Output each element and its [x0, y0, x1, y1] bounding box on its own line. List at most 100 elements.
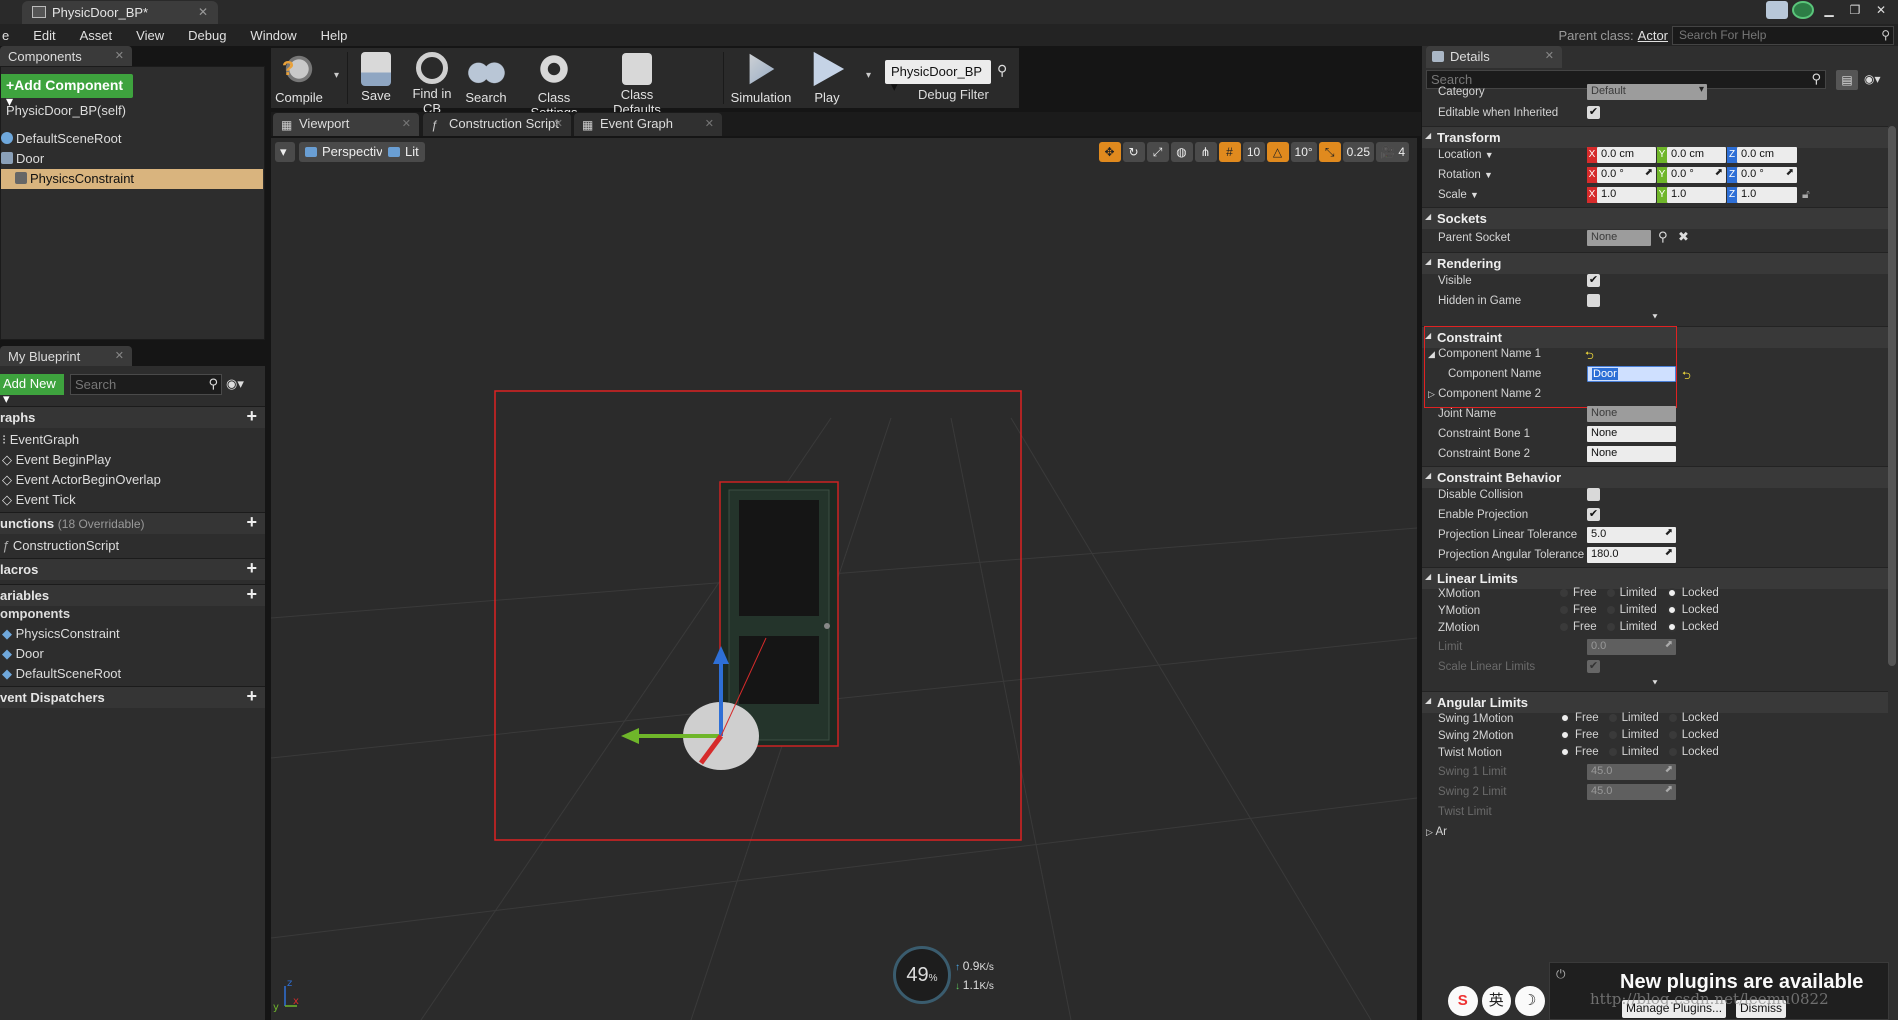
reset-arrow-icon[interactable]: ⮌	[1682, 367, 1691, 386]
minimize-icon[interactable]: ▁	[1818, 1, 1840, 19]
menu-asset[interactable]: Asset	[68, 28, 125, 43]
constraint-bone-1-field[interactable]: None	[1587, 426, 1676, 442]
section-event-dispatchers[interactable]: vent Dispatchers +	[0, 686, 265, 708]
lock-icon[interactable]: 🔓︎	[1802, 187, 1810, 202]
section-functions[interactable]: unctions (18 Overridable) +	[0, 512, 265, 534]
category-rendering[interactable]: Rendering	[1422, 252, 1888, 274]
grid-snap-icon[interactable]: #	[1218, 142, 1241, 162]
constraint-bone-2-field[interactable]: None	[1587, 446, 1676, 462]
visible-checkbox[interactable]: ✔	[1587, 274, 1600, 287]
joint-name-field[interactable]: None	[1587, 406, 1676, 422]
radio-locked[interactable]: Locked	[1666, 604, 1719, 616]
list-item-constructionscript[interactable]: ƒ ConstructionScript	[2, 538, 119, 553]
clear-icon[interactable]: ✖	[1678, 229, 1689, 245]
translate-mode-icon[interactable]: ✥	[1098, 142, 1121, 162]
viewport-scene[interactable]: x y z	[271, 138, 1417, 1020]
help-search-input[interactable]: Search For Help ⚲	[1672, 26, 1894, 45]
viewport-options-button[interactable]: ▾	[275, 142, 295, 162]
list-item-defaultsceneroot[interactable]: ◆ DefaultSceneRoot	[2, 666, 121, 682]
world-local-icon[interactable]: ◍	[1170, 142, 1193, 162]
section-macros[interactable]: lacros +	[0, 558, 265, 580]
radio-free[interactable]: Free	[1560, 712, 1599, 724]
rotation-y-field[interactable]: 0.0 ° ⬈	[1667, 167, 1726, 183]
class-settings-button[interactable]: Class Settings	[514, 48, 594, 120]
disable-collision-checkbox[interactable]	[1587, 488, 1600, 501]
section-variables[interactable]: ariables +	[0, 584, 265, 606]
list-item-event-actorbeginoverlap[interactable]: ◇ Event ActorBeginOverlap	[2, 472, 161, 488]
list-item-physicsconstraint[interactable]: ◆ PhysicsConstraint	[2, 626, 120, 642]
search-icon[interactable]: ⚲	[1658, 229, 1668, 245]
search-icon[interactable]: ⚲	[1881, 27, 1890, 44]
enable-projection-checkbox[interactable]: ✔	[1587, 508, 1600, 521]
simulation-button[interactable]: Simulation	[726, 48, 796, 108]
chat-icon[interactable]	[1766, 1, 1788, 19]
category-constraint-behavior[interactable]: Constraint Behavior	[1422, 466, 1888, 488]
menu-file[interactable]: e	[0, 28, 21, 43]
add-graph-icon[interactable]: +	[246, 406, 257, 427]
find-in-cb-button[interactable]: Find in CB	[404, 48, 460, 116]
scale-x-field[interactable]: 1.0	[1597, 187, 1656, 203]
play-options-chevron-icon[interactable]: ▾	[866, 70, 871, 81]
close-icon[interactable]: ✕	[115, 349, 124, 362]
tab-event-graph[interactable]: ▦ Event Graph ✕	[574, 113, 722, 136]
add-component-button[interactable]: +Add Component ▾	[1, 74, 133, 109]
radio-locked[interactable]: Locked	[1668, 729, 1719, 741]
location-label[interactable]: Location ▼	[1438, 149, 1494, 161]
radio-locked[interactable]: Locked	[1668, 712, 1719, 724]
ime-moon-icon[interactable]: ☽	[1515, 986, 1545, 1016]
grid-snap-value[interactable]: 10	[1242, 142, 1265, 162]
add-variable-icon[interactable]: +	[246, 584, 257, 605]
tree-item-physicsconstraint[interactable]: PhysicsConstraint	[1, 169, 263, 189]
location-z-field[interactable]: 0.0 cm	[1737, 147, 1797, 163]
tree-item-defaultsceneroot[interactable]: DefaultSceneRoot	[1, 129, 263, 149]
document-tab[interactable]: PhysicDoor_BP* ✕	[22, 1, 218, 24]
add-new-button[interactable]: Add New ▾	[0, 374, 64, 406]
debug-object-select[interactable]: PhysicDoor_BP ▾	[885, 60, 991, 94]
radio-limited[interactable]: Limited	[1608, 729, 1659, 741]
scale-snap-value[interactable]: 0.25	[1342, 142, 1375, 162]
rotate-mode-icon[interactable]: ↻	[1122, 142, 1145, 162]
close-tab-icon[interactable]: ✕	[198, 5, 208, 19]
menu-edit[interactable]: Edit	[21, 28, 67, 43]
viewport[interactable]: x y z ▾ Perspective Lit ✥ ↻ ⤢ ◍ ⋔ # 10 △…	[271, 138, 1417, 1020]
location-x-field[interactable]: 0.0 cm	[1597, 147, 1656, 163]
close-icon[interactable]: ✕	[554, 117, 563, 130]
tab-viewport[interactable]: ▦ Viewport ✕	[273, 113, 419, 136]
expand-advanced-icon[interactable]: ⯆	[1422, 678, 1888, 689]
close-icon[interactable]: ✕	[402, 117, 411, 130]
category-sockets[interactable]: Sockets	[1422, 207, 1888, 229]
rotation-snap-icon[interactable]: △	[1266, 142, 1289, 162]
menu-view[interactable]: View	[124, 28, 176, 43]
compile-options-chevron-icon[interactable]: ▾	[334, 70, 339, 81]
list-item-event-beginplay[interactable]: ◇ Event BeginPlay	[2, 452, 111, 468]
list-item-event-tick[interactable]: ◇ Event Tick	[2, 492, 76, 508]
list-item-eventgraph[interactable]: ⁝ EventGraph	[2, 432, 79, 448]
components-tab[interactable]: Components ✕	[0, 46, 132, 68]
scale-y-field[interactable]: 1.0	[1667, 187, 1726, 203]
parent-class-link[interactable]: Actor	[1638, 28, 1668, 43]
browse-search-icon[interactable]: ⚲	[997, 62, 1007, 79]
add-function-icon[interactable]: +	[246, 512, 257, 533]
location-y-field[interactable]: 0.0 cm	[1667, 147, 1726, 163]
scale-label[interactable]: Scale ▼	[1438, 189, 1479, 201]
category-linear-limits[interactable]: Linear Limits	[1422, 567, 1888, 589]
search-icon[interactable]: ⚲	[208, 376, 218, 392]
view-options-icon[interactable]: ◉▾	[1864, 72, 1881, 86]
add-macro-icon[interactable]: +	[246, 558, 257, 579]
scale-snap-icon[interactable]: ⤡	[1318, 142, 1341, 162]
parent-socket-field[interactable]: None	[1587, 230, 1651, 246]
radio-limited[interactable]: Limited	[1608, 746, 1659, 758]
radio-limited[interactable]: Limited	[1606, 604, 1657, 616]
scale-z-field[interactable]: 1.0	[1737, 187, 1797, 203]
ime-language-toggle[interactable]: 英	[1481, 986, 1511, 1016]
editable-checkbox[interactable]: ✔	[1587, 106, 1600, 119]
list-item-door[interactable]: ◆ Door	[2, 646, 44, 662]
ime-logo-icon[interactable]: S	[1448, 986, 1478, 1016]
menu-debug[interactable]: Debug	[176, 28, 238, 43]
section-graphs[interactable]: raphs +	[0, 406, 265, 428]
rotation-z-field[interactable]: 0.0 ° ⬈	[1737, 167, 1797, 183]
search-icon[interactable]: ⚲	[1811, 71, 1821, 87]
category-select[interactable]: Default ▾	[1587, 84, 1707, 100]
radio-locked[interactable]: Locked	[1666, 587, 1719, 599]
radio-free[interactable]: Free	[1560, 587, 1597, 599]
